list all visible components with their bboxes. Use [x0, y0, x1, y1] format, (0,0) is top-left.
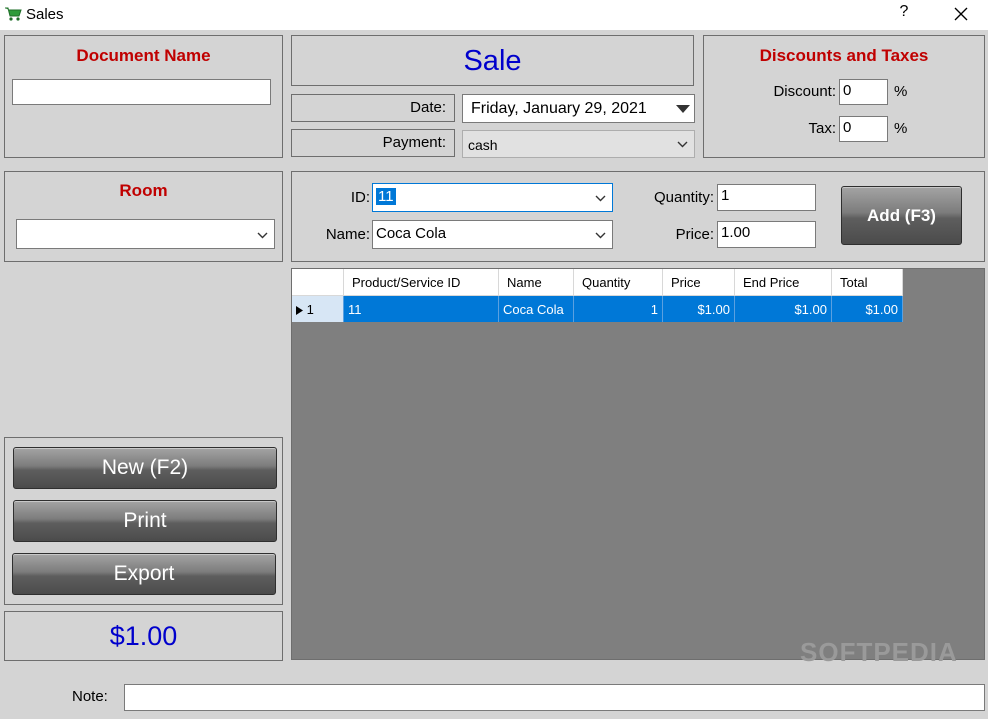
document-name-title: Document Name [76, 46, 211, 65]
discount-label: Discount: [773, 83, 836, 100]
table-row[interactable]: 1 11 Coca Cola 1 $1.00 $1.00 $1.00 [292, 295, 903, 322]
window-title: Sales [26, 6, 64, 23]
date-label: Date: [291, 94, 455, 122]
close-icon[interactable] [950, 3, 972, 25]
column-header[interactable]: Quantity [573, 269, 663, 296]
chevron-down-icon [595, 195, 606, 202]
price-input[interactable]: 1.00 [717, 221, 816, 248]
payment-select[interactable]: cash [462, 130, 695, 158]
softpedia-watermark: SOFTPEDIA [800, 637, 958, 667]
new-button[interactable]: New (F2) [13, 447, 277, 489]
column-header[interactable]: Product/Service ID [343, 269, 499, 296]
items-grid[interactable]: Product/Service ID Name Quantity Price E… [291, 268, 985, 667]
room-panel: Room [4, 171, 283, 262]
discount-input[interactable]: 0 [839, 79, 888, 105]
chevron-down-icon [257, 232, 268, 239]
chevron-down-icon [595, 232, 606, 239]
print-button[interactable]: Print [13, 500, 277, 542]
cell-product-id[interactable]: 11 [343, 295, 499, 322]
cell-name[interactable]: Coca Cola [498, 295, 574, 322]
discounts-taxes-panel: Discounts and Taxes Discount: 0 % Tax: 0… [703, 35, 985, 158]
total-panel: $1.00 [4, 611, 283, 661]
export-button[interactable]: Export [12, 553, 276, 595]
column-header[interactable]: Total [831, 269, 903, 296]
dropdown-arrow-icon [676, 105, 690, 113]
quantity-input[interactable]: 1 [717, 184, 816, 211]
name-value: Coca Cola [376, 225, 447, 242]
chevron-down-icon [677, 141, 688, 148]
title-bar: Sales ? [0, 0, 988, 30]
note-label: Note: [72, 688, 108, 705]
tax-label: Tax: [808, 120, 836, 137]
payment-label: Payment: [291, 129, 455, 157]
row-index: 1 [306, 301, 314, 317]
date-picker[interactable]: Friday, January 29, 2021 [462, 94, 695, 123]
shopping-cart-icon [5, 7, 22, 21]
items-table: Product/Service ID Name Quantity Price E… [292, 269, 903, 322]
cell-total[interactable]: $1.00 [831, 295, 903, 322]
column-header[interactable]: Price [662, 269, 735, 296]
tax-input[interactable]: 0 [839, 116, 888, 142]
discounts-taxes-title: Discounts and Taxes [759, 46, 929, 65]
name-label: Name: [325, 226, 370, 243]
price-label: Price: [675, 226, 714, 243]
id-value: 11 [376, 188, 396, 205]
quantity-label: Quantity: [653, 189, 714, 206]
document-name-input[interactable] [12, 79, 271, 105]
actions-panel: New (F2) Print Export [4, 437, 283, 605]
note-input[interactable] [124, 684, 985, 711]
room-title: Room [119, 181, 168, 200]
id-select[interactable]: 11 [372, 183, 613, 212]
name-select[interactable]: Coca Cola [372, 220, 613, 249]
payment-value: cash [468, 137, 498, 153]
column-header[interactable]: End Price [734, 269, 832, 296]
date-value: Friday, January 29, 2021 [471, 100, 647, 117]
cell-price[interactable]: $1.00 [662, 295, 735, 322]
discount-percent: % [894, 83, 908, 100]
room-select[interactable] [16, 219, 275, 249]
document-name-panel: Document Name [4, 35, 283, 158]
cell-end-price[interactable]: $1.00 [734, 295, 832, 322]
help-button[interactable]: ? [896, 3, 912, 21]
row-header[interactable]: 1 [292, 295, 344, 322]
add-button[interactable]: Add (F3) [841, 186, 962, 245]
tax-percent: % [894, 120, 908, 137]
sale-title-panel: Sale [291, 35, 694, 86]
page-title: Sale [463, 45, 522, 77]
total-amount: $1.00 [109, 621, 178, 651]
row-header-corner [292, 269, 344, 296]
table-header-row: Product/Service ID Name Quantity Price E… [292, 269, 903, 296]
item-entry-panel: ID: 11 Name: Coca Cola Quantity: 1 Price… [291, 171, 985, 262]
id-label: ID: [350, 189, 370, 206]
row-pointer-icon [296, 305, 303, 315]
column-header[interactable]: Name [498, 269, 574, 296]
cell-quantity[interactable]: 1 [573, 295, 663, 322]
